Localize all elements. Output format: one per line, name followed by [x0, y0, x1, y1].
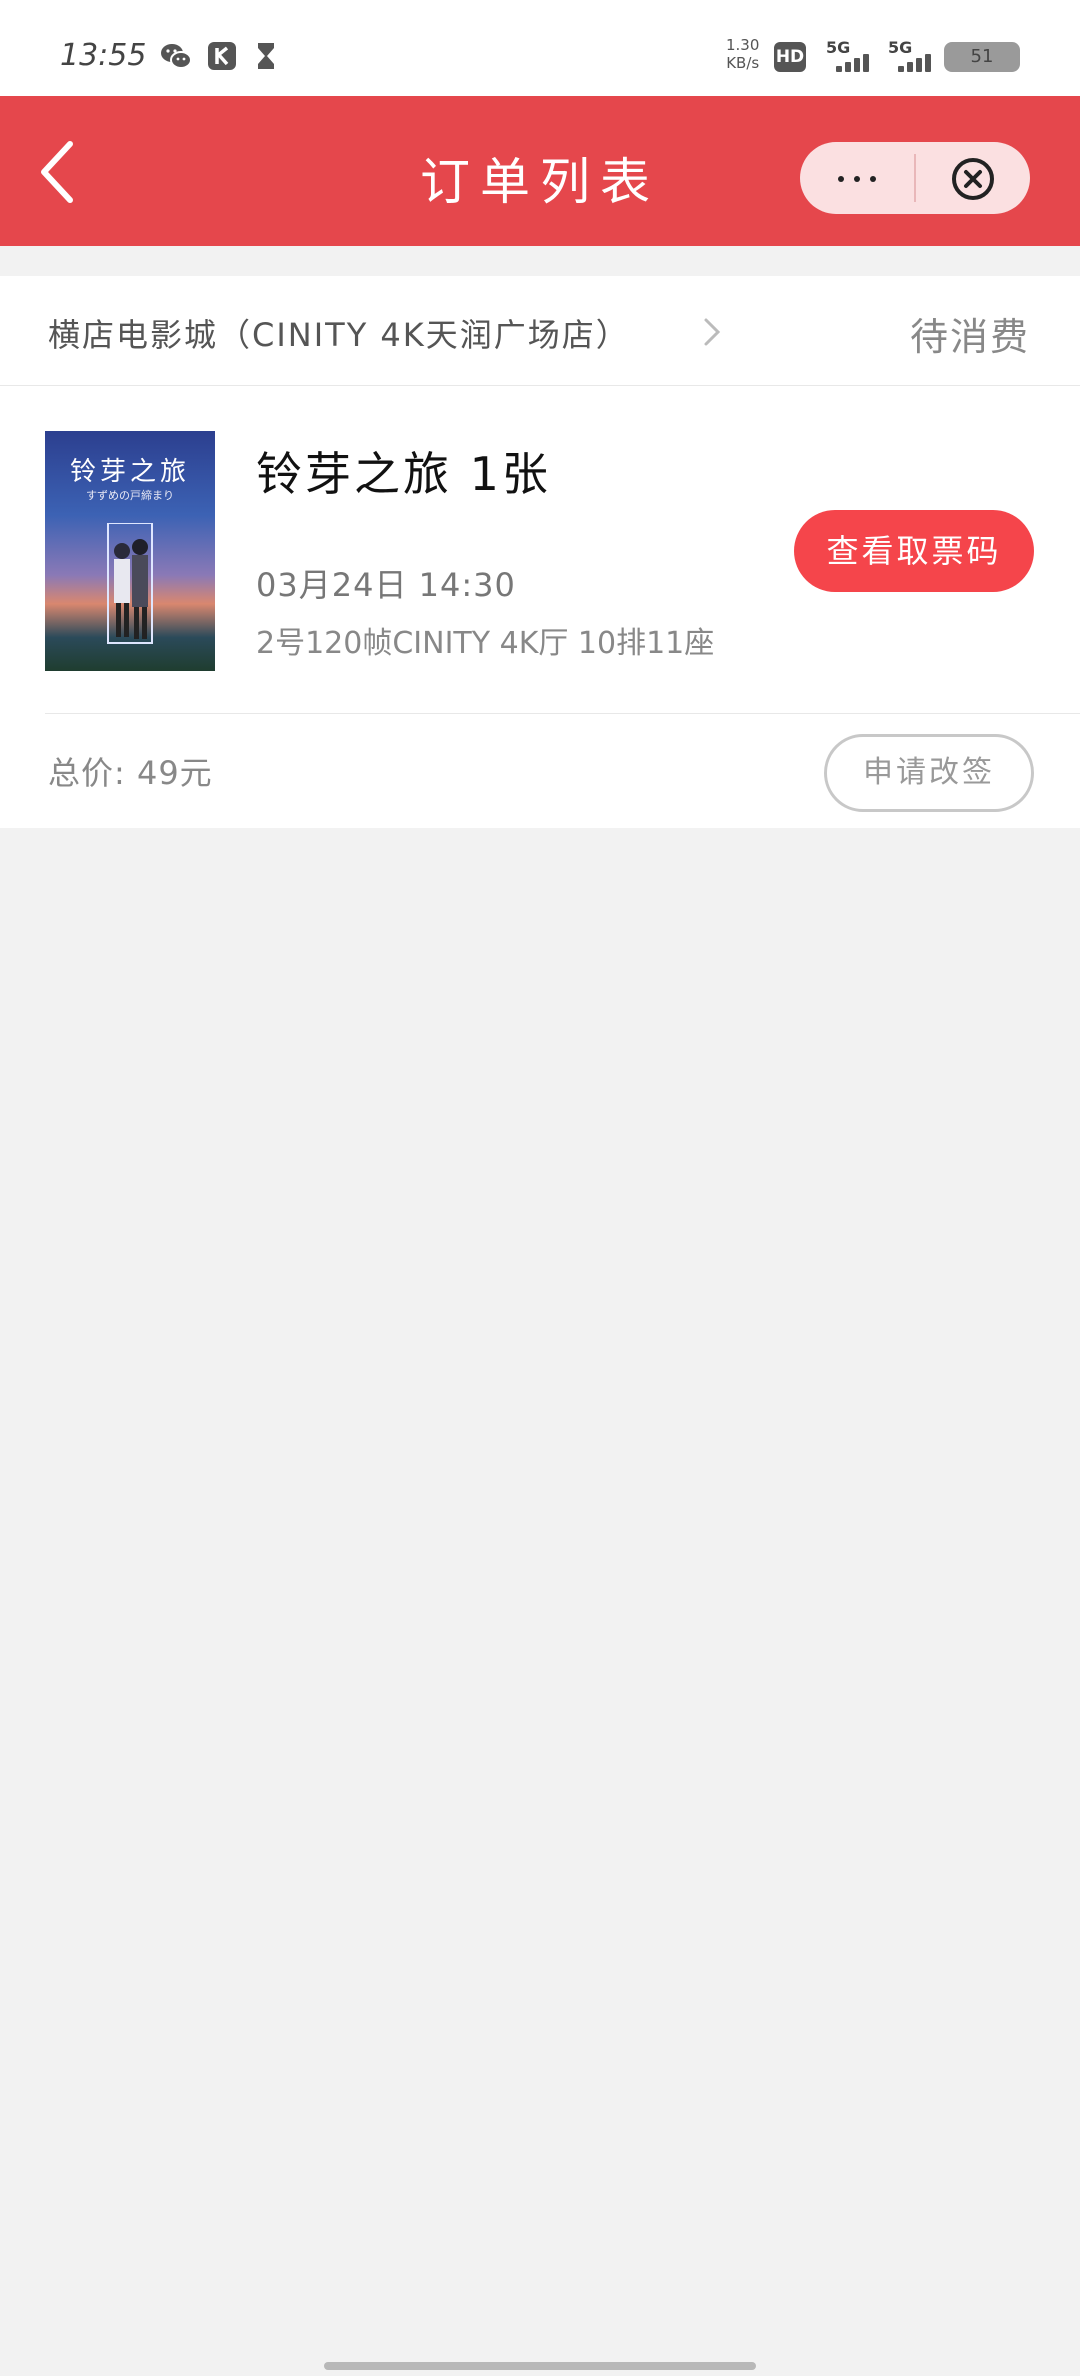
order-card: 横店电影城（CINITY 4K天润广场店） 待消费 铃芽之旅 すずめの戸締まり …	[0, 276, 1080, 828]
status-time: 13:55	[60, 38, 147, 73]
card-divider	[45, 713, 1080, 714]
view-ticket-code-button[interactable]: 查看取票码	[794, 510, 1034, 592]
signal-strength-icon	[898, 52, 938, 72]
hd-voice-icon: HD	[774, 42, 806, 72]
more-dots-icon	[838, 176, 844, 182]
order-status: 待消费	[909, 315, 1030, 359]
request-change-button[interactable]: 申请改签	[824, 734, 1034, 812]
cinema-row[interactable]: 横店电影城（CINITY 4K天润广场店） 待消费	[0, 276, 1080, 386]
poster-title: 铃芽之旅	[69, 457, 190, 487]
chevron-right-icon	[704, 318, 721, 346]
poster-figures	[107, 523, 153, 644]
wechat-icon	[161, 44, 192, 69]
cinema-name: 横店电影城（CINITY 4K天润广场店）	[48, 316, 630, 354]
movie-poster[interactable]: 铃芽之旅 すずめの戸締まり	[45, 431, 215, 671]
show-time: 03月24日 14:30	[256, 566, 516, 604]
mini-program-capsule	[800, 142, 1030, 214]
home-indicator[interactable]	[324, 2362, 756, 2370]
status-bar: 13:55 1.30 KB/s HD 5G 5G 51	[0, 0, 1080, 96]
hourglass-icon	[258, 43, 274, 69]
app-bar: 订单列表	[0, 96, 1080, 246]
k-app-icon	[208, 42, 236, 70]
movie-title: 铃芽之旅 1张	[256, 447, 551, 501]
signal-strength-icon	[836, 52, 876, 72]
close-circle-icon[interactable]	[950, 156, 996, 202]
battery-icon: 51	[944, 42, 1020, 72]
poster-subtitle: すずめの戸締まり	[86, 489, 174, 502]
total-price: 总价: 49元	[48, 754, 213, 792]
more-button[interactable]	[800, 142, 914, 214]
capsule-divider	[914, 154, 916, 202]
seat-info: 2号120帧CINITY 4K厅 10排11座	[256, 626, 715, 661]
network-speed: 1.30 KB/s	[726, 36, 760, 72]
